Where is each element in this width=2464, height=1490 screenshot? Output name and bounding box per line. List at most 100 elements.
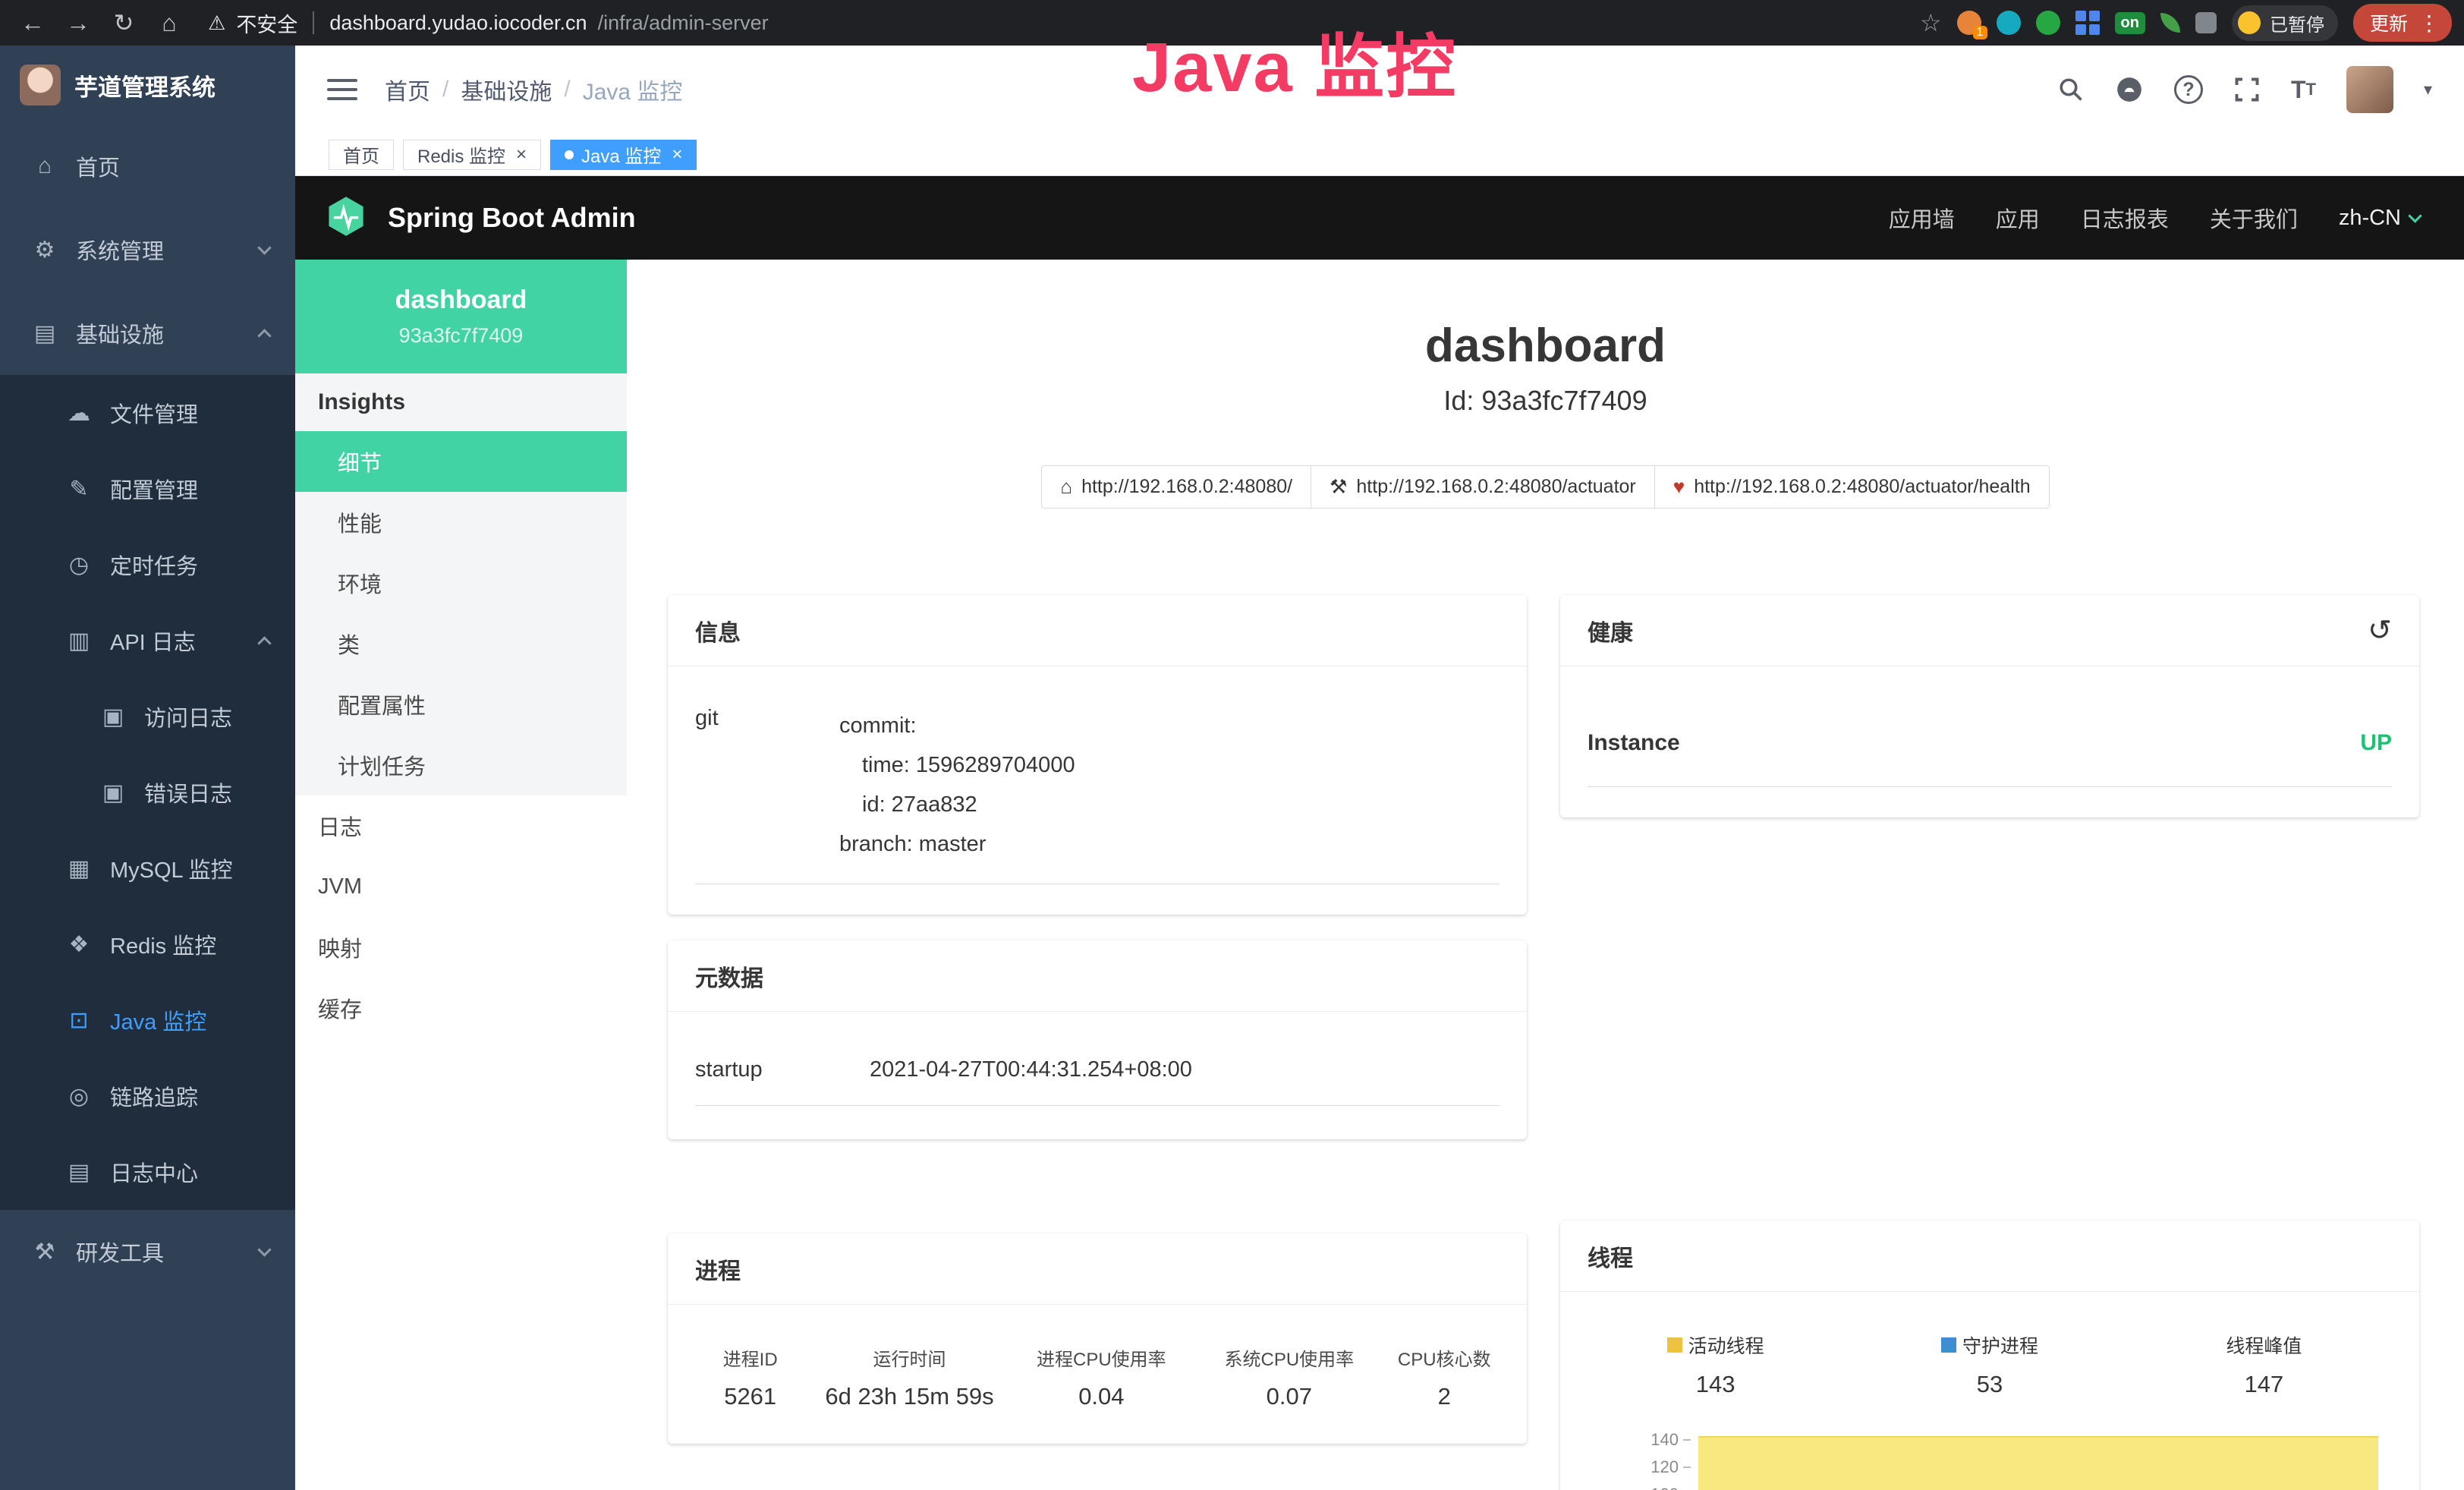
sba-nav-applications[interactable]: 应用 bbox=[1996, 202, 2040, 234]
help-icon[interactable]: ? bbox=[2174, 75, 2203, 104]
breadcrumb-home[interactable]: 首页 bbox=[385, 73, 430, 106]
process-col-value: 0.07 bbox=[1195, 1383, 1383, 1410]
instance-id: 93a3fc7f7409 bbox=[399, 324, 524, 348]
sba-menu-caches[interactable]: 缓存 bbox=[295, 978, 627, 1038]
card-title: 健康 bbox=[1588, 614, 1633, 647]
hamburger-icon[interactable] bbox=[327, 79, 357, 100]
infrastructure-submenu: ☁ 文件管理 ✎ 配置管理 ◷ 定时任务 ▥ API 日志 ▣ 访问日志 ▣ 错… bbox=[0, 375, 295, 1210]
sidebar-item-infrastructure[interactable]: ▤ 基础设施 bbox=[0, 291, 295, 375]
sidebar-item-label: 基础设施 bbox=[76, 317, 164, 349]
sidebar-item-scheduled-jobs[interactable]: ◷ 定时任务 bbox=[0, 527, 295, 603]
legend-label: 守护进程 bbox=[1962, 1331, 2038, 1359]
reload-icon[interactable]: ↻ bbox=[105, 8, 143, 37]
sidebar-item-error-logs[interactable]: ▣ 错误日志 bbox=[0, 754, 295, 830]
sidebar-item-dev-tools[interactable]: ⚒ 研发工具 bbox=[0, 1210, 295, 1293]
legend-value: 147 bbox=[2127, 1371, 2401, 1398]
search-icon[interactable] bbox=[2057, 76, 2085, 103]
tools-icon: ⚒ bbox=[30, 1239, 59, 1265]
fullscreen-icon[interactable] bbox=[2233, 76, 2261, 103]
caret-down-icon[interactable]: ▾ bbox=[2424, 80, 2432, 99]
sidebar-item-config-manage[interactable]: ✎ 配置管理 bbox=[0, 451, 295, 527]
sba-menu-details[interactable]: 细节 bbox=[295, 431, 627, 492]
smiley-icon bbox=[2238, 11, 2261, 34]
instance-name: dashboard bbox=[395, 285, 527, 315]
browser-menu-icon[interactable]: ⋮ bbox=[2418, 11, 2440, 36]
legend-value: 53 bbox=[1852, 1371, 2126, 1398]
sba-nav-wallboard[interactable]: 应用墙 bbox=[1889, 202, 1955, 234]
actuator-url-button[interactable]: ⚒ http://192.168.0.2:48080/actuator bbox=[1311, 465, 1655, 509]
url-host[interactable]: dashboard.yudao.iocoder.cn bbox=[329, 11, 587, 35]
forward-icon[interactable]: → bbox=[59, 9, 97, 37]
instance-links: ⌂ http://192.168.0.2:48080/ ⚒ http://192… bbox=[627, 465, 2464, 509]
sidebar-item-java-monitor[interactable]: ⊡ Java 监控 bbox=[0, 982, 295, 1058]
sba-menu-logs[interactable]: 日志 bbox=[295, 795, 627, 856]
sidebar-item-redis-monitor[interactable]: ❖ Redis 监控 bbox=[0, 906, 295, 982]
git-info-row: git commit: time: 1596289704000 id: 27aa… bbox=[695, 706, 1499, 884]
sidebar-item-api-logs[interactable]: ▥ API 日志 bbox=[0, 603, 295, 679]
sba-menu-performance[interactable]: 性能 bbox=[295, 492, 627, 553]
timer-icon: ◷ bbox=[65, 552, 93, 578]
process-card: 进程 进程ID 5261 运行时间 6d 23h 15m 59 bbox=[668, 1233, 1527, 1444]
drop-extension-icon[interactable] bbox=[1997, 11, 2021, 35]
sba-menu-jvm[interactable]: JVM bbox=[295, 856, 627, 917]
startup-row: startup 2021-04-27T00:44:31.254+08:00 bbox=[695, 1057, 1499, 1106]
address-bar[interactable]: ⚠ 不安全 dashboard.yudao.iocoder.cn/infra/a… bbox=[208, 8, 769, 38]
close-icon[interactable]: × bbox=[672, 144, 682, 165]
breadcrumb-infrastructure[interactable]: 基础设施 bbox=[461, 73, 552, 106]
avatar[interactable] bbox=[2346, 66, 2393, 113]
extension-badge: 1 bbox=[1973, 26, 1987, 39]
sba-menu-environment[interactable]: 环境 bbox=[295, 553, 627, 613]
sba-menu-config-props[interactable]: 配置属性 bbox=[295, 674, 627, 735]
green-extension-icon[interactable] bbox=[2036, 11, 2060, 35]
puzzle-extensions-icon[interactable] bbox=[2195, 12, 2217, 33]
sidebar-item-log-center[interactable]: ▤ 日志中心 bbox=[0, 1134, 295, 1210]
paused-indicator[interactable]: 已暂停 bbox=[2232, 5, 2338, 41]
sidebar-item-mysql-monitor[interactable]: ▦ MySQL 监控 bbox=[0, 830, 295, 906]
tab-java-monitor[interactable]: Java 监控 × bbox=[550, 140, 697, 170]
base-url-button[interactable]: ⌂ http://192.168.0.2:48080/ bbox=[1041, 465, 1311, 509]
sidebar-item-file-manage[interactable]: ☁ 文件管理 bbox=[0, 375, 295, 451]
sba-menu-scheduled-tasks[interactable]: 计划任务 bbox=[295, 735, 627, 795]
health-card: 健康 ↺ Instance UP bbox=[1560, 595, 2419, 817]
github-icon[interactable] bbox=[2115, 75, 2144, 104]
update-button[interactable]: 更新 ⋮ bbox=[2353, 4, 2452, 42]
home-icon[interactable]: ⌂ bbox=[150, 9, 188, 37]
legend-swatch-live bbox=[1667, 1337, 1682, 1353]
home-icon: ⌂ bbox=[30, 153, 59, 179]
tab-redis-monitor[interactable]: Redis 监控 × bbox=[403, 140, 541, 170]
bookmark-star-icon[interactable]: ☆ bbox=[1920, 8, 1942, 37]
fox-extension-icon[interactable]: 1 bbox=[1957, 11, 1981, 35]
sba-menu-mappings[interactable]: 映射 bbox=[295, 917, 627, 978]
sba-nav-journal[interactable]: 日志报表 bbox=[2081, 202, 2169, 234]
tab-home[interactable]: 首页 bbox=[329, 140, 394, 170]
back-icon[interactable]: ← bbox=[14, 9, 52, 37]
instance-header[interactable]: dashboard 93a3fc7f7409 bbox=[295, 260, 627, 373]
sba-menu-classes[interactable]: 类 bbox=[295, 613, 627, 674]
breadcrumb: 首页 / 基础设施 / Java 监控 bbox=[385, 73, 682, 106]
sidebar-item-system-manage[interactable]: ⚙ 系统管理 bbox=[0, 208, 295, 291]
sba-nav-about[interactable]: 关于我们 bbox=[2210, 202, 2298, 234]
grid-extension-icon[interactable] bbox=[2075, 11, 2100, 35]
health-url-button[interactable]: ♥ http://192.168.0.2:48080/actuator/heal… bbox=[1654, 465, 2050, 509]
monitor-icon: ▤ bbox=[30, 320, 59, 347]
app-logo-row[interactable]: 芋道管理系统 bbox=[0, 46, 295, 124]
sidebar-item-label: 系统管理 bbox=[76, 234, 164, 266]
font-size-icon[interactable]: TT bbox=[2291, 76, 2316, 104]
leaf-extension-icon[interactable] bbox=[2160, 13, 2180, 33]
security-label[interactable]: 不安全 bbox=[236, 8, 297, 38]
url-path[interactable]: /infra/admin-server bbox=[598, 11, 769, 35]
info-card: 信息 git commit: time: 1596289704000 id: 2… bbox=[668, 595, 1527, 915]
sba-brand-name: Spring Boot Admin bbox=[388, 202, 636, 234]
app-sidebar: 芋道管理系统 ⌂ 首页 ⚙ 系统管理 ▤ 基础设施 ☁ 文件管理 ✎ 配置管理 … bbox=[0, 46, 295, 1490]
sidebar-item-tracing[interactable]: ◎ 链路追踪 bbox=[0, 1058, 295, 1134]
process-col-header: 进程CPU使用率 bbox=[1008, 1344, 1195, 1371]
history-icon[interactable]: ↺ bbox=[2368, 613, 2392, 647]
on-extension-badge[interactable]: on bbox=[2115, 12, 2145, 34]
close-icon[interactable]: × bbox=[516, 144, 527, 165]
page-title: dashboard bbox=[627, 319, 2464, 373]
locale-selector[interactable]: zh-CN bbox=[2339, 206, 2420, 231]
sidebar-item-access-logs[interactable]: ▣ 访问日志 bbox=[0, 679, 295, 754]
git-commit-line: commit: bbox=[839, 706, 1075, 745]
tab-label: Redis 监控 bbox=[417, 141, 505, 168]
sidebar-item-home[interactable]: ⌂ 首页 bbox=[0, 124, 295, 208]
